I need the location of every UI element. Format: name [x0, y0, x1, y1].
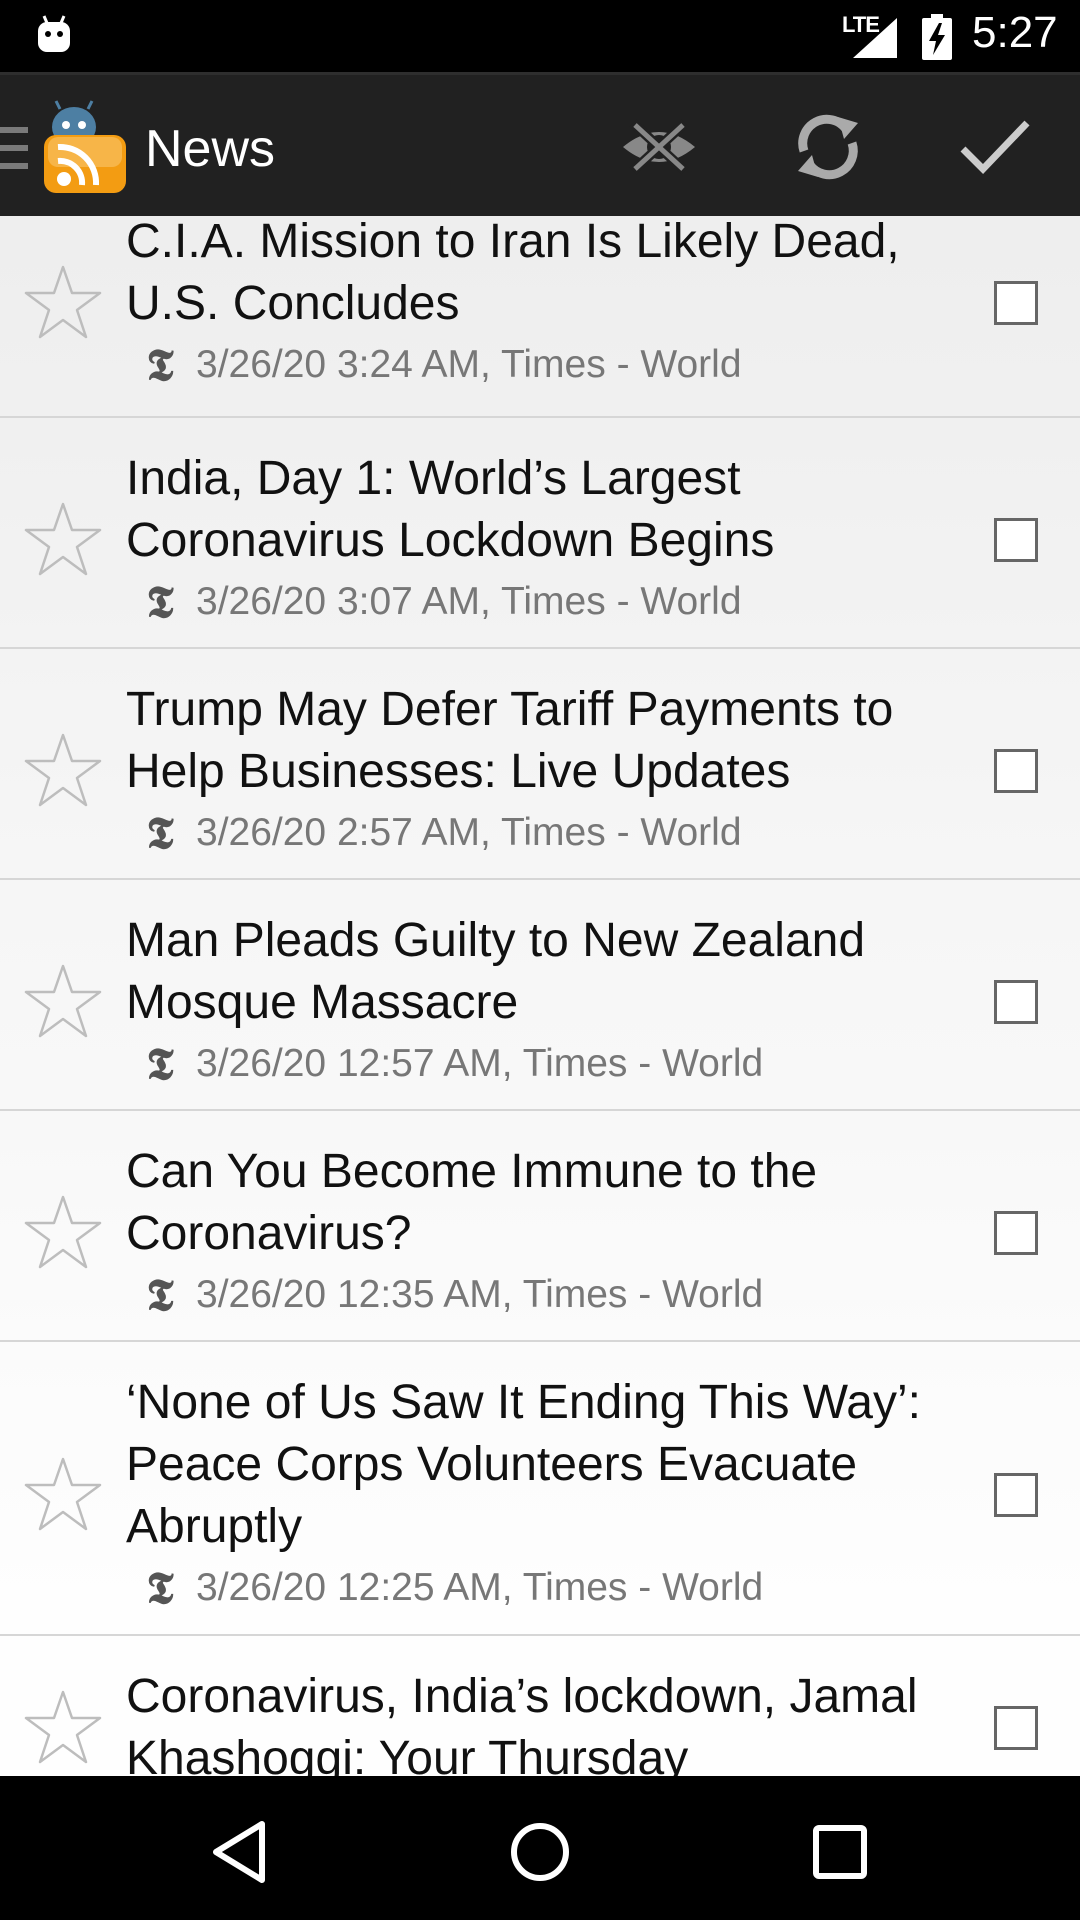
article-date-source: 3/26/20 12:57 AM, Times - World — [196, 1042, 764, 1085]
app-title: News — [145, 120, 276, 178]
article-headline[interactable]: Man Pleads Guilty to New Zealand Mosque … — [126, 910, 966, 1034]
read-checkbox[interactable] — [994, 281, 1038, 325]
source-logo-icon: 𝕿 — [146, 576, 174, 628]
star-icon[interactable] — [24, 500, 102, 578]
article-list[interactable]: C.I.A. Mission to Iran Is Likely Dead, U… — [0, 216, 1080, 1776]
signal-icon — [853, 18, 897, 63]
source-logo-icon: 𝕿 — [146, 1038, 174, 1090]
recents-icon[interactable] — [800, 1812, 880, 1892]
article-meta: 𝕿 3/26/20 12:25 AM, Times - World — [134, 1563, 764, 1614]
battery-charging-icon — [922, 14, 952, 65]
article-headline[interactable]: Coronavirus, India’s lockdown, Jamal Kha… — [126, 1666, 966, 1776]
home-icon[interactable] — [500, 1812, 580, 1892]
list-item[interactable]: ‘None of Us Saw It Ending This Way’: Pea… — [0, 1342, 1080, 1636]
article-meta: 𝕿 3/26/20 3:07 AM, Times - World — [134, 577, 742, 628]
star-icon[interactable] — [24, 731, 102, 809]
article-date-source: 3/26/20 2:57 AM, Times - World — [196, 811, 742, 854]
hide-read-icon[interactable] — [614, 105, 704, 189]
read-checkbox[interactable] — [994, 749, 1038, 793]
article-date-source: 3/26/20 3:07 AM, Times - World — [196, 580, 742, 623]
article-headline[interactable]: Trump May Defer Tariff Payments to Help … — [126, 679, 966, 803]
status-bar: LTE 5:27 — [0, 0, 1080, 72]
star-icon[interactable] — [24, 1688, 102, 1766]
source-logo-icon: 𝕿 — [146, 1562, 174, 1614]
read-checkbox[interactable] — [994, 980, 1038, 1024]
list-item[interactable]: Trump May Defer Tariff Payments to Help … — [0, 649, 1080, 880]
list-item[interactable]: Coronavirus, India’s lockdown, Jamal Kha… — [0, 1636, 1080, 1776]
article-date-source: 3/26/20 3:24 AM, Times - World — [196, 343, 742, 386]
read-checkbox[interactable] — [994, 1211, 1038, 1255]
article-date-source: 3/26/20 12:25 AM, Times - World — [196, 1566, 764, 1609]
star-icon[interactable] — [24, 1455, 102, 1533]
refresh-icon[interactable] — [783, 105, 873, 189]
article-headline[interactable]: C.I.A. Mission to Iran Is Likely Dead, U… — [126, 216, 966, 335]
article-headline[interactable]: ‘None of Us Saw It Ending This Way’: Pea… — [126, 1372, 966, 1558]
android-notification-icon — [36, 14, 72, 59]
article-meta: 𝕿 3/26/20 2:57 AM, Times - World — [134, 808, 742, 859]
article-headline[interactable]: Can You Become Immune to the Coronavirus… — [126, 1141, 966, 1265]
read-checkbox[interactable] — [994, 1706, 1038, 1750]
source-logo-icon: 𝕿 — [146, 807, 174, 859]
read-checkbox[interactable] — [994, 1473, 1038, 1517]
action-bar: News — [0, 72, 1080, 216]
star-icon[interactable] — [24, 263, 102, 341]
article-meta: 𝕿 3/26/20 12:57 AM, Times - World — [134, 1039, 764, 1090]
list-item[interactable]: Man Pleads Guilty to New Zealand Mosque … — [0, 880, 1080, 1111]
source-logo-icon: 𝕿 — [146, 1269, 174, 1321]
drawer-menu-icon[interactable] — [0, 125, 30, 176]
article-meta: 𝕿 3/26/20 12:35 AM, Times - World — [134, 1270, 764, 1321]
star-icon[interactable] — [24, 962, 102, 1040]
article-date-source: 3/26/20 12:35 AM, Times - World — [196, 1273, 764, 1316]
article-headline[interactable]: India, Day 1: World’s Largest Coronaviru… — [126, 448, 966, 572]
list-item[interactable]: India, Day 1: World’s Largest Coronaviru… — [0, 418, 1080, 649]
read-checkbox[interactable] — [994, 518, 1038, 562]
rss-app-icon[interactable] — [40, 97, 130, 202]
article-meta: 𝕿 3/26/20 3:24 AM, Times - World — [134, 340, 742, 391]
status-clock: 5:27 — [972, 8, 1058, 57]
list-item[interactable]: C.I.A. Mission to Iran Is Likely Dead, U… — [0, 216, 1080, 418]
star-icon[interactable] — [24, 1193, 102, 1271]
source-logo-icon: 𝕿 — [146, 339, 174, 391]
list-item[interactable]: Can You Become Immune to the Coronavirus… — [0, 1111, 1080, 1342]
mark-all-read-icon[interactable] — [950, 105, 1040, 189]
navigation-bar — [0, 1776, 1080, 1920]
back-icon[interactable] — [200, 1812, 280, 1892]
